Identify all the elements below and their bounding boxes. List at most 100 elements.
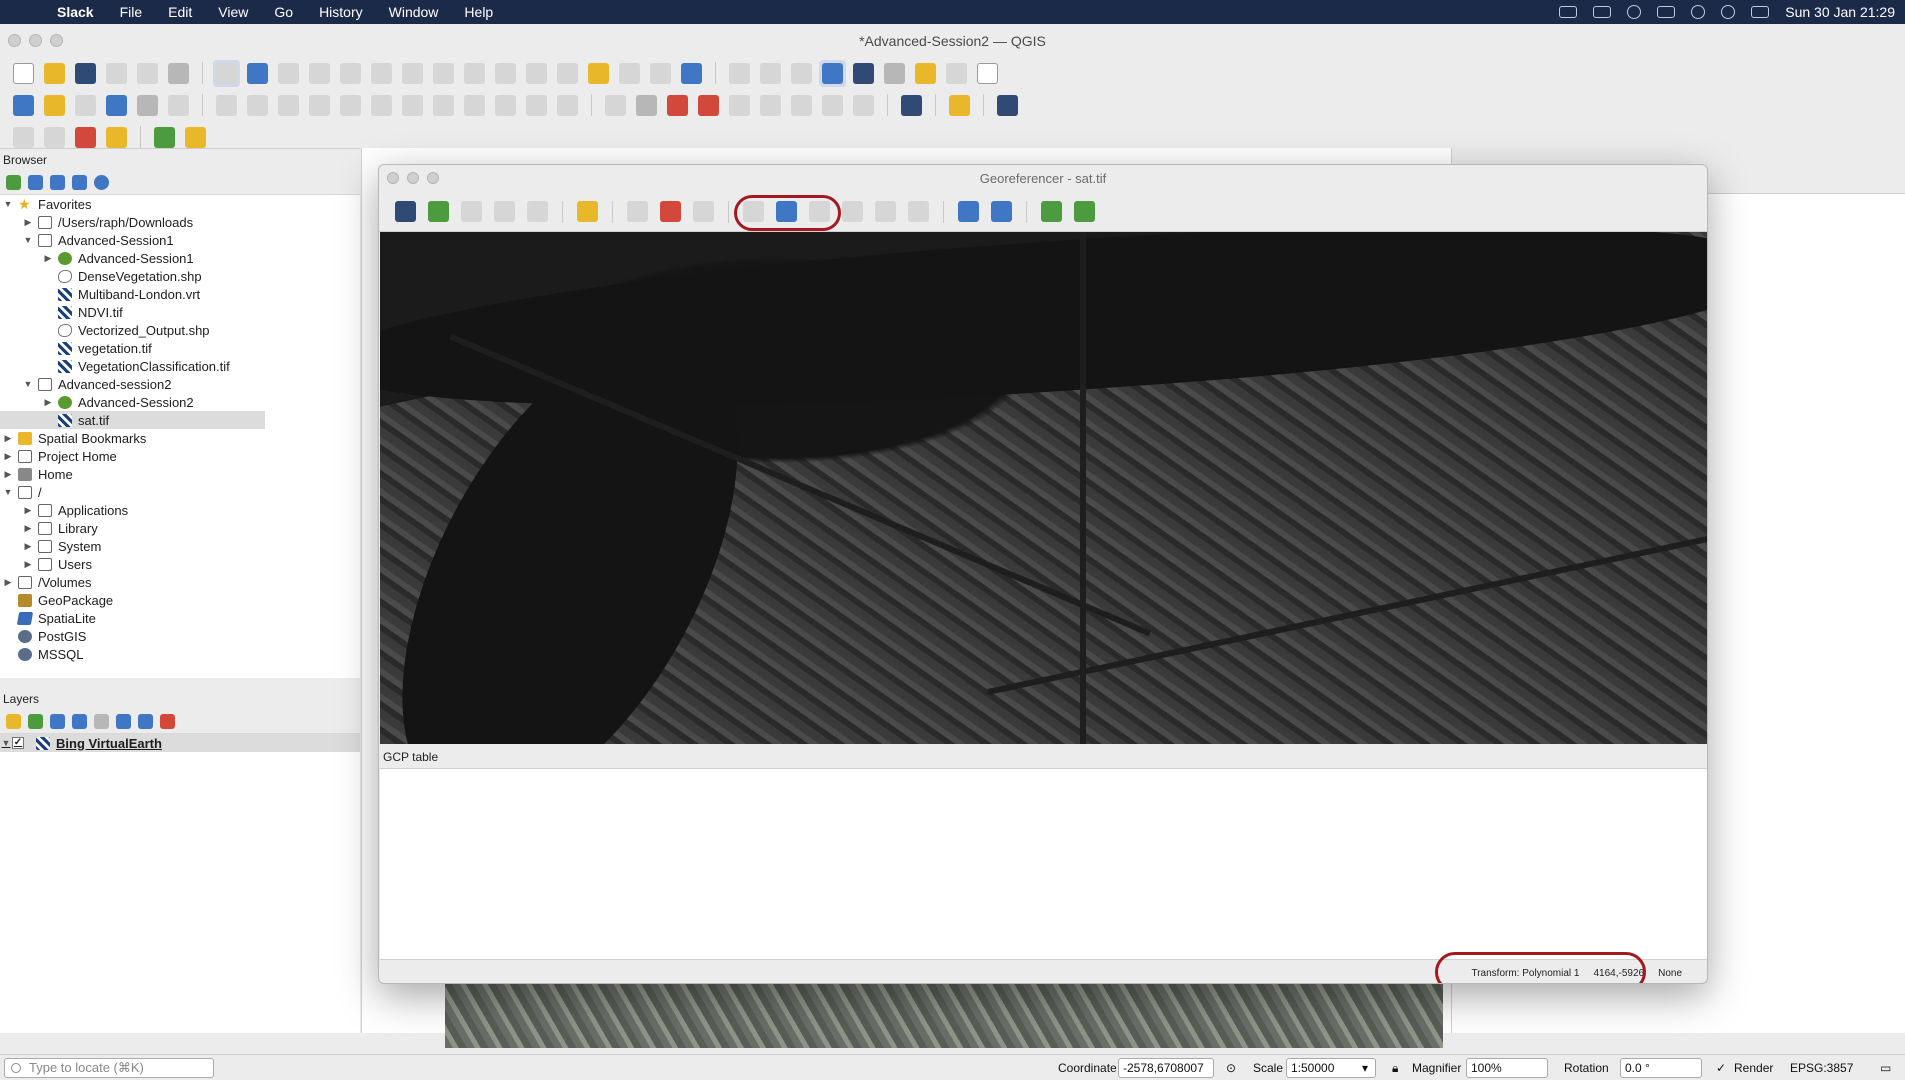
menubar-clock[interactable]: Sun 30 Jan 21:29	[1785, 4, 1895, 20]
coordinate-field[interactable]: -2578,6708007	[1118, 1058, 1214, 1078]
menu-view[interactable]: View	[205, 4, 261, 20]
browser-tree-item[interactable]: PostGIS	[0, 627, 265, 645]
highlight-label-icon[interactable]	[695, 92, 722, 119]
locator-search-box[interactable]: Type to locate (⌘K)	[4, 1058, 214, 1078]
collapsed-arrow-icon[interactable]: ▶	[22, 541, 34, 552]
undo-icon[interactable]	[523, 92, 550, 119]
refresh-icon[interactable]	[678, 60, 705, 87]
deselect-features-icon[interactable]	[72, 124, 99, 151]
temporal-controller-icon[interactable]	[647, 60, 674, 87]
collapsed-arrow-icon[interactable]: ▶	[2, 451, 14, 462]
show-bookmarks-icon[interactable]	[616, 60, 643, 87]
spotlight-search-icon[interactable]	[1721, 5, 1736, 19]
close-window-button[interactable]	[8, 34, 21, 47]
link-qgis-to-georeferencer-icon[interactable]	[987, 197, 1016, 226]
expanded-arrow-icon[interactable]: ▼	[2, 487, 14, 497]
browser-tree-item[interactable]: VegetationClassification.tif	[0, 357, 265, 375]
redo-icon[interactable]	[554, 92, 581, 119]
browser-tree-item[interactable]: SpatiaLite	[0, 609, 265, 627]
save-project-icon[interactable]	[72, 60, 99, 87]
text-annotation-icon[interactable]	[974, 60, 1001, 87]
pan-map-icon[interactable]	[213, 59, 240, 87]
expanded-arrow-icon[interactable]: ▼	[2, 199, 14, 209]
vertex-tool-icon[interactable]	[337, 92, 364, 119]
menu-help[interactable]: Help	[451, 4, 506, 20]
render-checkbox[interactable]: ✓	[1716, 1061, 1726, 1075]
filter-legend-icon[interactable]	[72, 714, 87, 729]
digitize-icon[interactable]	[306, 92, 333, 119]
browser-tree-item[interactable]: ▶ Project Home	[0, 447, 265, 465]
zoom-to-layer-icon[interactable]	[838, 197, 867, 226]
rotate-label-icon[interactable]	[819, 92, 846, 119]
select-location-icon[interactable]	[943, 60, 970, 87]
browser-tree-item[interactable]: ▶ Advanced-Session2	[0, 393, 265, 411]
browser-tree-item[interactable]: ▶ Home	[0, 465, 265, 483]
local-histogram-stretch-icon[interactable]	[1070, 197, 1099, 226]
zoom-next-icon[interactable]	[904, 197, 933, 226]
new-print-layout-icon[interactable]	[103, 60, 130, 87]
battery-icon[interactable]	[1657, 6, 1676, 18]
new-spatialite-layer-icon[interactable]	[103, 92, 130, 119]
zoom-window-button[interactable]	[50, 34, 63, 47]
collapsed-arrow-icon[interactable]: ▶	[22, 505, 34, 516]
semi-automatic-classification-icon[interactable]	[182, 124, 209, 151]
zoom-next-icon[interactable]	[492, 60, 519, 87]
zoom-last-icon[interactable]	[461, 60, 488, 87]
browser-tree-item[interactable]: ▶ Library	[0, 519, 265, 537]
zoom-in-icon[interactable]	[275, 60, 302, 87]
browser-tree-item[interactable]: GeoPackage	[0, 591, 265, 609]
raster-canvas[interactable]	[380, 232, 1707, 744]
zoom-native-resolution-icon[interactable]	[430, 60, 457, 87]
filter-by-expression-icon[interactable]	[94, 714, 109, 729]
zoom-to-selection-icon[interactable]	[368, 60, 395, 87]
link-georeferencer-to-qgis-icon[interactable]	[954, 197, 983, 226]
browser-tree-item[interactable]: Vectorized_Output.shp	[0, 321, 265, 339]
display-icon[interactable]	[1559, 6, 1578, 18]
measure-icon[interactable]	[881, 60, 908, 87]
generate-gdal-script-icon[interactable]	[457, 197, 486, 226]
toolbox-gear-icon[interactable]	[819, 59, 846, 87]
menu-history[interactable]: History	[306, 4, 376, 20]
delete-selected-icon[interactable]	[399, 92, 426, 119]
open-project-icon[interactable]	[41, 60, 68, 87]
layer-diagram-icon[interactable]	[664, 92, 691, 119]
menu-window[interactable]: Window	[376, 4, 452, 20]
full-histogram-stretch-icon[interactable]	[1037, 197, 1066, 226]
collapse-all-icon[interactable]	[72, 175, 87, 190]
expand-all-icon[interactable]	[116, 714, 131, 729]
browser-tree-item[interactable]: ▶ /Users/raph/Downloads	[0, 213, 265, 231]
browser-tree-item[interactable]: ▶ Users	[0, 555, 265, 573]
open-raster-icon[interactable]	[391, 197, 420, 226]
collapsed-arrow-icon[interactable]: ▶	[22, 559, 34, 570]
rotation-field[interactable]: 0.0 °	[1620, 1058, 1702, 1078]
add-group-icon[interactable]	[28, 714, 43, 729]
collapsed-arrow-icon[interactable]: ▶	[2, 469, 14, 480]
expanded-arrow-icon[interactable]: ▼	[22, 235, 34, 245]
new-3d-map-view-icon[interactable]	[554, 60, 581, 87]
new-virtual-layer-icon[interactable]	[165, 92, 192, 119]
show-hide-labels-icon[interactable]	[757, 92, 784, 119]
lock-scale-icon[interactable]: 🔒︎	[1392, 1061, 1398, 1076]
pin-labels-icon[interactable]	[726, 92, 753, 119]
messages-icon[interactable]: ▭	[1880, 1061, 1891, 1075]
zoom-to-layer-icon[interactable]	[399, 60, 426, 87]
layer-labeling-icon[interactable]	[633, 92, 660, 119]
minimize-window-button[interactable]	[29, 34, 42, 47]
add-layer-icon[interactable]	[6, 175, 21, 190]
start-georeferencing-icon[interactable]	[424, 197, 453, 226]
cut-features-icon[interactable]	[430, 92, 457, 119]
collapsed-arrow-icon[interactable]: ▶	[42, 397, 54, 408]
select-by-value-icon[interactable]	[41, 124, 68, 151]
new-bookmark-icon[interactable]	[585, 60, 612, 87]
add-point-icon[interactable]	[623, 197, 652, 226]
python-console-icon[interactable]	[946, 92, 973, 119]
collapsed-arrow-icon[interactable]: ▶	[2, 433, 14, 444]
collapsed-arrow-icon[interactable]: ▶	[2, 577, 14, 588]
current-edits-icon[interactable]	[213, 92, 240, 119]
label-toolbar-icon[interactable]	[602, 92, 629, 119]
move-gcp-point-icon[interactable]	[689, 197, 718, 226]
magnifier-field[interactable]: 100%	[1466, 1058, 1548, 1078]
chevron-down-icon[interactable]: ▾	[1362, 1061, 1368, 1075]
change-label-icon[interactable]	[850, 92, 877, 119]
pan-to-selection-icon[interactable]	[244, 60, 271, 87]
